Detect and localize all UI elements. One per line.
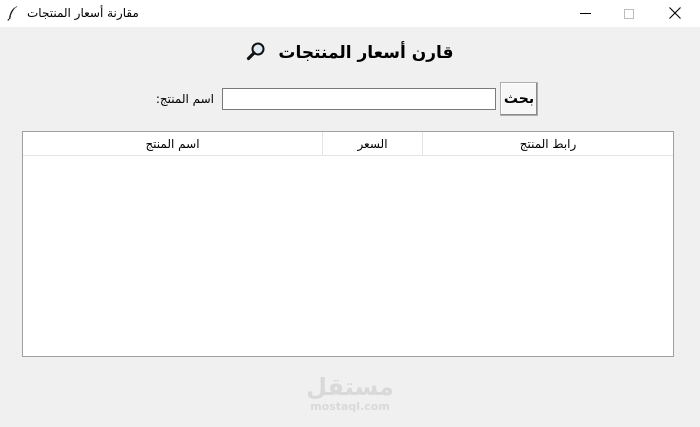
maximize-icon <box>624 8 634 19</box>
close-button[interactable] <box>652 0 698 27</box>
search-button[interactable]: بحث <box>500 82 538 116</box>
watermark-logo-text: مستقل <box>306 373 394 401</box>
window-titlebar[interactable]: مقارنة أسعار المنتجات <box>0 0 700 27</box>
page-heading: قارن أسعار المنتجات <box>0 41 700 67</box>
close-icon <box>669 4 681 23</box>
minimize-button[interactable] <box>562 0 608 27</box>
watermark: مستقل mostaql.com <box>300 373 400 413</box>
table-header: اسم المنتج السعر رابط المنتج <box>23 132 673 157</box>
heading-text: قارن أسعار المنتجات <box>278 43 454 63</box>
column-header-product-link[interactable]: رابط المنتج <box>423 132 673 156</box>
product-name-label: :اسم المنتج <box>155 92 214 106</box>
magnifier-icon <box>246 41 266 67</box>
results-table[interactable]: اسم المنتج السعر رابط المنتج <box>22 131 674 357</box>
maximize-button[interactable] <box>606 0 652 27</box>
window-title: مقارنة أسعار المنتجات <box>27 6 139 20</box>
column-header-product-name[interactable]: اسم المنتج <box>23 132 323 156</box>
minimize-icon <box>579 13 591 14</box>
watermark-url: mostaql.com <box>310 400 390 413</box>
product-name-input[interactable] <box>222 88 496 110</box>
column-header-price[interactable]: السعر <box>323 132 423 156</box>
feather-icon <box>6 5 20 21</box>
